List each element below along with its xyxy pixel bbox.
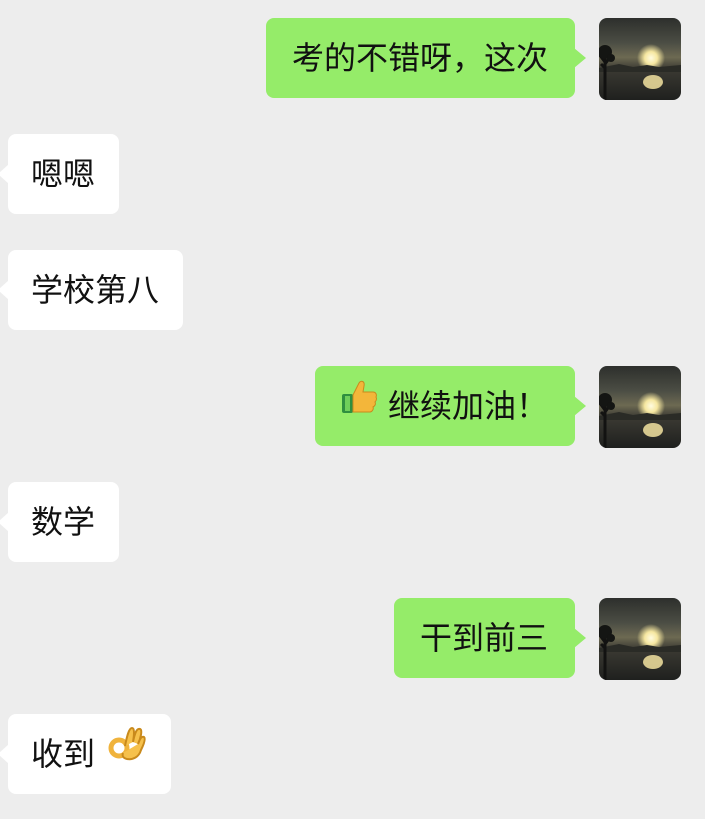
sender-avatar[interactable] bbox=[599, 18, 681, 100]
message-text: 考的不错呀，这次 bbox=[291, 39, 548, 77]
outgoing-message-bubble[interactable]: 干到前三 bbox=[393, 598, 587, 678]
message-text: 数学 bbox=[31, 503, 96, 541]
incoming-message-bubble[interactable]: 数学 bbox=[0, 482, 120, 562]
outgoing-message-bubble[interactable]: 继续加油！ bbox=[314, 365, 587, 446]
message-text: 学校第八 bbox=[31, 271, 160, 309]
incoming-message-bubble[interactable]: 收到 bbox=[0, 713, 172, 794]
thumbs-up-icon bbox=[340, 365, 378, 445]
outgoing-message-bubble[interactable]: 考的不错呀，这次 bbox=[265, 18, 587, 98]
sunset-avatar-image bbox=[599, 624, 681, 680]
message-text: 干到前三 bbox=[419, 619, 548, 657]
message-text: 收到 bbox=[31, 735, 96, 773]
chat-message-list: 考的不错呀，这次 嗯嗯 学校第八 继续加油！ 数学 干到前三 收到 bbox=[0, 0, 705, 819]
ok-hand-icon bbox=[105, 713, 147, 793]
message-text: 嗯嗯 bbox=[31, 155, 96, 193]
incoming-message-bubble[interactable]: 嗯嗯 bbox=[0, 134, 120, 214]
sunset-avatar-image bbox=[599, 392, 681, 448]
sender-avatar[interactable] bbox=[599, 598, 681, 680]
incoming-message-bubble[interactable]: 学校第八 bbox=[0, 250, 184, 330]
message-text: 继续加油！ bbox=[387, 387, 548, 425]
sender-avatar[interactable] bbox=[599, 366, 681, 448]
sunset-avatar-image bbox=[599, 44, 681, 100]
